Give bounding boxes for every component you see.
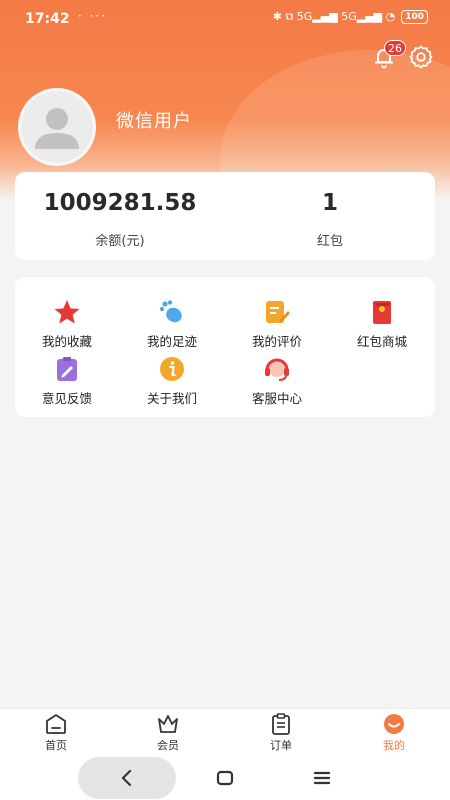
status-bar: 17:42 · ··· ✱ ⧉ 5G▂▄▆ 5G▂▄▆ ◔ 100: [0, 0, 450, 38]
info-icon: [160, 357, 184, 381]
feedback-icon: [57, 357, 77, 381]
menu-label-favorites: 我的收藏: [41, 334, 92, 349]
tab-membership[interactable]: 会员: [112, 713, 224, 753]
status-time: 17:42: [25, 11, 70, 27]
status-icons: ✱ ⧉ 5G▂▄▆ 5G▂▄▆ ◔ 100: [273, 10, 428, 24]
avatar[interactable]: [18, 88, 96, 166]
menu-label-customer-service: 客服中心: [251, 391, 302, 406]
back-icon[interactable]: [115, 766, 139, 790]
tab-label-home: 首页: [45, 739, 67, 752]
menu-lines-icon[interactable]: [310, 766, 334, 790]
default-user-icon: [35, 108, 79, 149]
notification-badge: 26: [384, 40, 406, 56]
review-icon: [266, 301, 290, 323]
redpacket-count: 1: [321, 190, 338, 216]
menu-label-reviews: 我的评价: [251, 334, 302, 349]
battery-icon: 100: [401, 10, 428, 24]
signal-icons: ✱ ⧉ 5G▂▄▆ 5G▂▄▆ ◔: [272, 10, 396, 23]
menu-item-redpacket-mall[interactable]: 红包商城: [332, 299, 432, 351]
balance-stat[interactable]: 1009281.58 余额(元): [15, 172, 225, 260]
menu-item-about-us[interactable]: 关于我们: [122, 356, 222, 408]
bottom-tab-bar: 首页 会员 订单 我的: [0, 708, 450, 757]
menu-label-about-us: 关于我们: [146, 391, 197, 406]
tab-label-orders: 订单: [270, 739, 292, 752]
username[interactable]: 微信用户: [116, 107, 192, 133]
footprint-icon: [159, 300, 182, 323]
crown-icon: [158, 715, 178, 733]
star-icon: [54, 300, 80, 324]
tab-mine[interactable]: 我的: [338, 713, 450, 753]
customer-service-icon: [265, 358, 289, 381]
home-icon: [46, 714, 66, 734]
menu-item-reviews[interactable]: 我的评价: [227, 299, 327, 351]
tab-home[interactable]: 首页: [0, 713, 112, 753]
function-menu-card: 我的收藏 我的足迹 我的评价 红包商城 意见反馈 关于我们 客服中心: [15, 277, 435, 417]
profile-face-icon: [384, 714, 404, 734]
redpacket-stat[interactable]: 1 红包: [225, 172, 435, 260]
red-envelope-icon: [373, 301, 391, 324]
balance-card: 1009281.58 余额(元) 1 红包: [15, 172, 435, 260]
system-navigation-bar: [0, 756, 450, 800]
redpacket-label: 红包: [316, 234, 343, 249]
menu-label-redpacket-mall: 红包商城: [356, 334, 407, 349]
balance-amount: 1009281.58: [43, 190, 197, 216]
tab-label-mine: 我的: [383, 739, 405, 752]
clipboard-icon: [272, 713, 290, 735]
home-square-icon[interactable]: [213, 766, 237, 790]
menu-item-feedback[interactable]: 意见反馈: [17, 356, 117, 408]
gear-icon[interactable]: [408, 44, 434, 70]
menu-label-footprints: 我的足迹: [146, 334, 197, 349]
menu-item-footprints[interactable]: 我的足迹: [122, 299, 222, 351]
menu-item-customer-service[interactable]: 客服中心: [227, 356, 327, 408]
tab-label-membership: 会员: [157, 739, 179, 752]
status-notification-dots: · ···: [78, 9, 108, 23]
menu-item-favorites[interactable]: 我的收藏: [17, 299, 117, 351]
menu-label-feedback: 意见反馈: [41, 391, 92, 406]
balance-label: 余额(元): [95, 234, 145, 249]
tab-orders[interactable]: 订单: [225, 713, 337, 753]
